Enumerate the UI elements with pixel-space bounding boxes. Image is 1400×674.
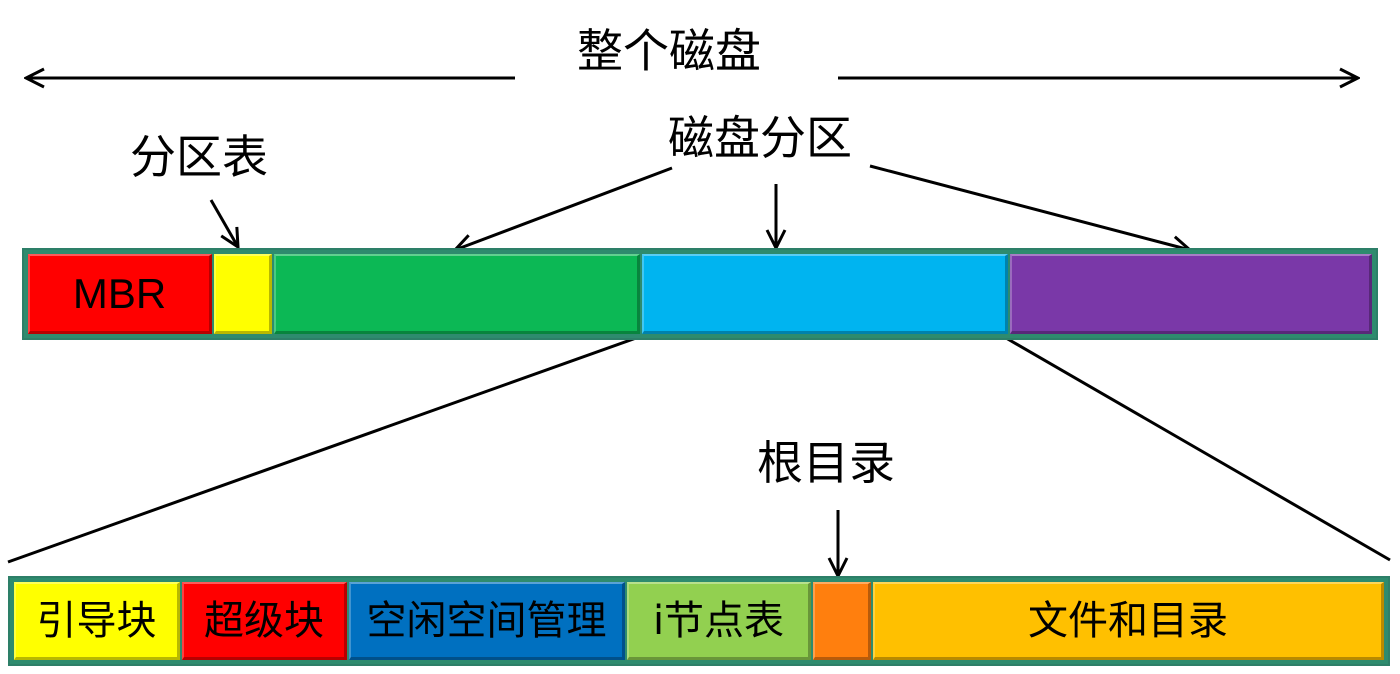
partition-3-segment: [1010, 254, 1372, 334]
super-block-segment: 超级块: [182, 582, 347, 660]
boot-block-segment: 引导块: [14, 582, 180, 660]
partition-table-label: 分区表: [130, 130, 268, 184]
disk-partition-label: 磁盘分区: [668, 111, 852, 165]
partition-table-segment: [214, 254, 272, 334]
free-space-management-segment: 空闲空间管理: [349, 582, 625, 660]
partition-arrow-3: [869, 164, 1190, 250]
partition-2-segment: [642, 254, 1008, 334]
mbr-label: MBR: [72, 269, 167, 317]
files-and-directories-segment: 文件和目录: [873, 582, 1384, 660]
root-directory-label: 根目录: [757, 436, 895, 490]
boot-block-label: 引导块: [36, 597, 157, 644]
files-and-directories-label: 文件和目录: [1028, 597, 1228, 644]
expand-line-right: [1005, 336, 1391, 562]
expand-line-left: [7, 336, 637, 564]
mbr-segment: MBR: [28, 254, 212, 334]
inode-table-segment: i节点表: [627, 582, 811, 660]
partition-arrow-1: [455, 166, 673, 250]
free-space-management-label: 空闲空间管理: [366, 597, 607, 644]
partition-table-arrow: [209, 199, 238, 247]
root-directory-segment: [813, 582, 871, 660]
inode-table-label: i节点表: [652, 597, 785, 644]
partition-1-segment: [274, 254, 640, 334]
super-block-label: 超级块: [204, 597, 324, 644]
partition-layout-bar: 引导块 超级块 空闲空间管理 i节点表 文件和目录: [8, 576, 1390, 666]
whole-disk-label: 整个磁盘: [577, 24, 761, 78]
disk-bar: MBR: [22, 248, 1378, 340]
